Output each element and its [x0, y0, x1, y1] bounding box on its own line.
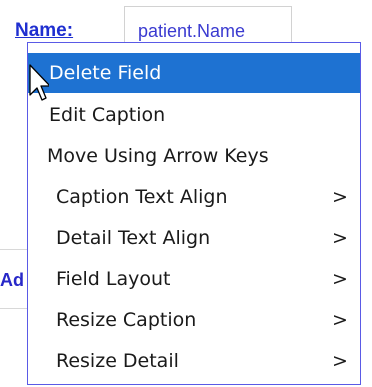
field-detail-text: patient.Name [138, 21, 246, 41]
form-field-row: Name: patient.Name [0, 0, 372, 48]
menu-item-move-using-arrow-keys[interactable]: Move Using Arrow Keys [28, 136, 360, 176]
menu-item-detail-text-align[interactable]: Detail Text Align > [28, 218, 360, 258]
menu-item-label: Delete Field [49, 62, 162, 84]
submenu-arrow-icon: > [332, 227, 348, 249]
arrow-pointer-icon [29, 64, 49, 101]
menu-item-label: Field Layout [56, 268, 171, 290]
menu-item-edit-caption[interactable]: Edit Caption [28, 95, 360, 135]
submenu-arrow-icon: > [332, 309, 348, 331]
submenu-arrow-icon: > [332, 350, 348, 372]
submenu-arrow-icon: > [332, 186, 348, 208]
field-detail-box[interactable]: patient.Name [124, 6, 292, 46]
menu-item-label: Edit Caption [49, 104, 166, 126]
menu-item-resize-detail[interactable]: Resize Detail > [28, 341, 360, 381]
context-menu: Delete Field Edit Caption Move Using Arr… [27, 42, 361, 385]
partial-field-box: Ad [0, 249, 30, 309]
menu-item-caption-text-align[interactable]: Caption Text Align > [28, 177, 360, 217]
menu-item-label: Move Using Arrow Keys [47, 145, 269, 167]
menu-item-field-layout[interactable]: Field Layout > [28, 259, 360, 299]
menu-item-delete-field[interactable]: Delete Field [28, 53, 360, 93]
menu-item-label: Resize Detail [56, 350, 179, 372]
partial-field-label: Ad [0, 270, 24, 290]
menu-item-label: Caption Text Align [56, 186, 228, 208]
menu-item-resize-caption[interactable]: Resize Caption > [28, 300, 360, 340]
submenu-arrow-icon: > [332, 268, 348, 290]
menu-item-label: Detail Text Align [56, 227, 211, 249]
field-caption[interactable]: Name: [15, 20, 73, 42]
menu-item-label: Resize Caption [56, 309, 197, 331]
